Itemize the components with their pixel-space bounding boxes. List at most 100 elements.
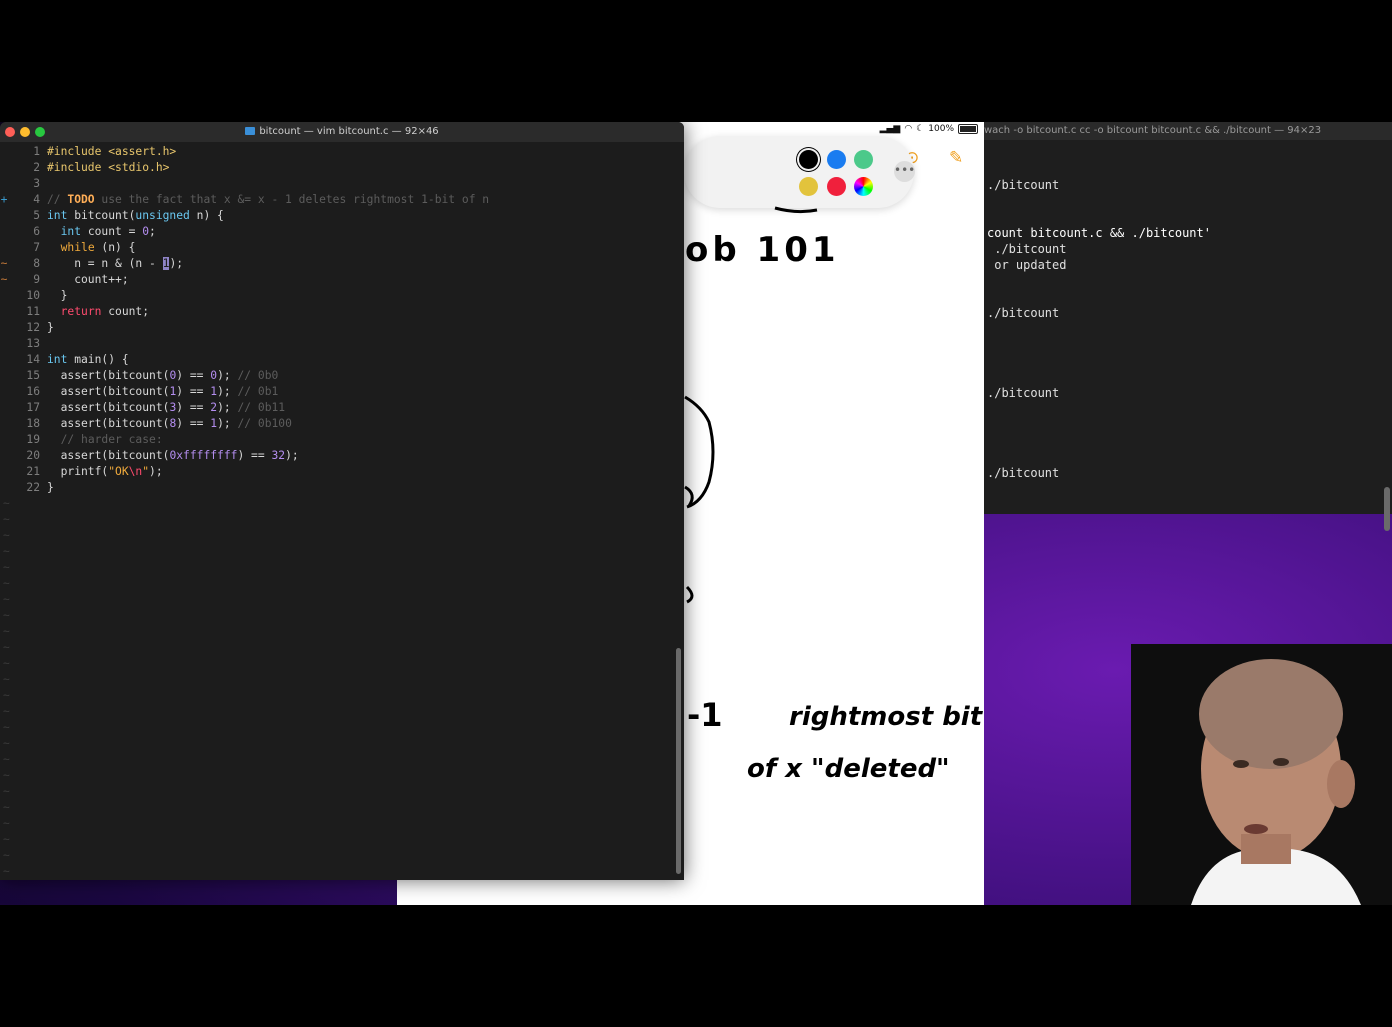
empty-line-marker: ~ — [0, 672, 670, 688]
empty-line-marker: ~ — [0, 496, 670, 512]
code-text: while (n) { — [60, 241, 136, 254]
tilde-marker: ~ — [3, 753, 10, 766]
tilde-marker: ~ — [3, 673, 10, 686]
vim-title-bar[interactable]: bitcount — vim bitcount.c — 92×46 — [0, 122, 684, 142]
code-line[interactable]: 13 — [0, 336, 670, 352]
tilde-marker: ~ — [3, 625, 10, 638]
tilde-marker: ~ — [3, 641, 10, 654]
code-line[interactable]: 19 // harder case: — [0, 432, 670, 448]
empty-line-marker: ~ — [0, 848, 670, 864]
empty-line-marker: ~ — [0, 864, 670, 880]
tilde-marker: ~ — [3, 561, 10, 574]
empty-line-marker: ~ — [0, 528, 670, 544]
line-number: 17 — [26, 401, 40, 414]
code-line[interactable]: 16 assert(bitcount(1) == 1); // 0b1 — [0, 384, 670, 400]
tilde-marker: ~ — [3, 497, 10, 510]
tilde-marker: ~ — [3, 609, 10, 622]
line-number: 1 — [33, 145, 40, 158]
code-line[interactable]: ~9 count++; — [0, 272, 670, 288]
code-text: assert(bitcount(1) == 1); // 0b1 — [47, 385, 279, 398]
empty-line-marker: ~ — [0, 800, 670, 816]
terminal-scrollbar[interactable] — [1384, 142, 1390, 531]
code-line[interactable]: +4 // TODO use the fact that x &= x - 1 d… — [0, 192, 670, 208]
code-text: assert(bitcount(8) == 1); // 0b100 — [47, 417, 292, 430]
code-text: int bitcount(unsigned n) { — [47, 209, 224, 222]
line-number: 22 — [26, 481, 40, 494]
empty-line-marker: ~ — [0, 512, 670, 528]
handwritten-of-x-deleted: of x "deleted" — [747, 754, 950, 784]
code-line[interactable]: 7 while (n) { — [0, 240, 670, 256]
terminal-line: ./bitcount — [987, 178, 1060, 192]
code-line[interactable]: 11 return count; — [0, 304, 670, 320]
code-text: count++; — [47, 273, 129, 286]
code-line[interactable]: 15 assert(bitcount(0) == 0); // 0b0 — [0, 368, 670, 384]
line-number: 19 — [26, 433, 40, 446]
vim-title-text: bitcount — vim bitcount.c — 92×46 — [259, 126, 439, 137]
tilde-marker: ~ — [3, 545, 10, 558]
code-text: assert(bitcount(0xffffffff) == 32); — [47, 449, 299, 462]
line-number: 4 — [33, 193, 40, 206]
empty-line-marker: ~ — [0, 832, 670, 848]
tilde-marker: ~ — [3, 769, 10, 782]
line-number: 21 — [26, 465, 40, 478]
empty-line-marker: ~ — [0, 544, 670, 560]
code-text: assert(bitcount(3) == 2); // 0b11 — [47, 401, 286, 414]
code-line[interactable]: ~8 n = n & (n - 1); — [0, 256, 670, 272]
empty-line-marker: ~ — [0, 816, 670, 832]
line-number: 3 — [33, 177, 40, 190]
tilde-marker: ~ — [3, 849, 10, 862]
terminal-line: or updated — [987, 258, 1067, 272]
line-number: 7 — [33, 241, 40, 254]
empty-line-marker: ~ — [0, 640, 670, 656]
code-text: return count; — [60, 305, 150, 318]
presenter-video — [1191, 659, 1361, 905]
code-line[interactable]: 14 int main() { — [0, 352, 670, 368]
code-line[interactable]: 1 #include <assert.h> — [0, 144, 670, 160]
webcam-overlay — [1131, 644, 1392, 905]
empty-line-marker: ~ — [0, 736, 670, 752]
code-line[interactable]: 3 — [0, 176, 670, 192]
git-gutter-marker: ~ — [0, 273, 8, 286]
code-line[interactable]: 21 printf("OK\n"); — [0, 464, 670, 480]
vim-terminal-window[interactable]: bitcount — vim bitcount.c — 92×46 1 #incl… — [0, 122, 684, 880]
code-line[interactable]: 18 assert(bitcount(8) == 1); // 0b100 — [0, 416, 670, 432]
tilde-marker: ~ — [3, 801, 10, 814]
code-text: // TODO use the fact that x &= x - 1 del… — [47, 193, 490, 206]
line-number: 13 — [26, 337, 40, 350]
empty-line-marker: ~ — [0, 704, 670, 720]
code-line[interactable]: 10 } — [0, 288, 670, 304]
code-line[interactable]: 12} — [0, 320, 670, 336]
code-line[interactable]: 22} — [0, 480, 670, 496]
code-text: n = n & (n - 1); — [47, 257, 184, 270]
empty-line-marker: ~ — [0, 720, 670, 736]
empty-line-marker: ~ — [0, 592, 670, 608]
empty-line-marker: ~ — [0, 688, 670, 704]
tilde-marker: ~ — [3, 529, 10, 542]
tilde-marker: ~ — [3, 785, 10, 798]
code-line[interactable]: 2 #include <stdio.h> — [0, 160, 670, 176]
tilde-marker: ~ — [3, 657, 10, 670]
empty-line-marker: ~ — [0, 624, 670, 640]
git-gutter-marker: + — [0, 193, 8, 206]
code-line[interactable]: 6 int count = 0; — [0, 224, 670, 240]
code-line[interactable]: 17 assert(bitcount(3) == 2); // 0b11 — [0, 400, 670, 416]
empty-line-marker: ~ — [0, 576, 670, 592]
code-line[interactable]: 5 int bitcount(unsigned n) { — [0, 208, 670, 224]
line-number: 11 — [26, 305, 40, 318]
terminal-scroll-thumb[interactable] — [1384, 487, 1390, 531]
empty-line-marker: ~ — [0, 768, 670, 784]
handwritten-rightmost-bit: rightmost bit — [789, 702, 983, 732]
watch-terminal-window[interactable]: wach -o bitcount.c cc -o bitcount bitcou… — [984, 122, 1392, 531]
vim-scrollbar[interactable] — [676, 648, 681, 874]
line-number: 12 — [26, 321, 40, 334]
code-text: int count = 0; — [60, 225, 156, 238]
code-text: assert(bitcount(0) == 0); // 0b0 — [47, 369, 279, 382]
terminal-title-bar[interactable]: wach -o bitcount.c cc -o bitcount bitcou… — [984, 122, 1392, 140]
code-text: } — [47, 481, 54, 494]
terminal-line: ./bitcount — [987, 386, 1060, 400]
empty-line-marker: ~ — [0, 752, 670, 768]
line-number: 15 — [26, 369, 40, 382]
handwritten-binary: ob 101 — [685, 230, 840, 270]
code-line[interactable]: 20 assert(bitcount(0xffffffff) == 32); — [0, 448, 670, 464]
vim-window-title: bitcount — vim bitcount.c — 92×46 — [0, 122, 684, 142]
